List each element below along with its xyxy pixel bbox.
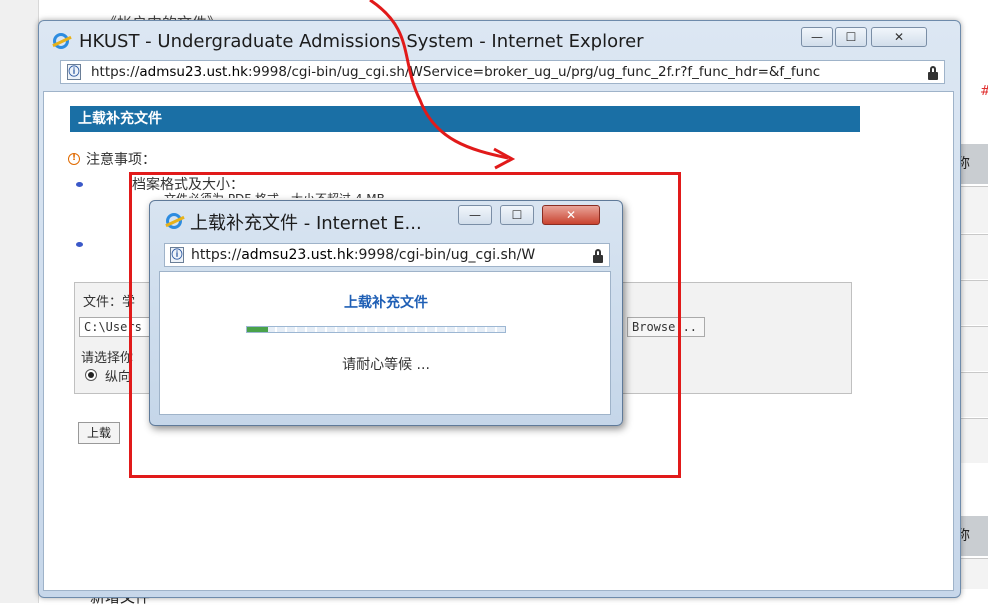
bullet-icon <box>76 182 83 187</box>
popup-address-url: https://admsu23.ust.hk:9998/cgi-bin/ug_c… <box>191 247 536 263</box>
popup-close-button[interactable]: ✕ <box>542 205 600 225</box>
minimize-button[interactable]: — <box>801 27 833 47</box>
popup-minimize-button[interactable]: — <box>458 205 492 225</box>
lock-icon <box>928 66 938 80</box>
ie-logo-icon <box>53 33 69 49</box>
progress-bar <box>246 326 506 333</box>
popup-maximize-button[interactable]: ☐ <box>500 205 534 225</box>
popup-title: 上载补充文件 - Internet E... <box>190 213 422 234</box>
upload-button[interactable]: 上载 <box>78 422 120 444</box>
orientation-radio[interactable] <box>85 369 97 381</box>
background-page-left <box>0 0 39 603</box>
close-button[interactable]: ✕ <box>871 27 927 47</box>
background-marker: # <box>980 84 988 99</box>
popup-heading: 上载补充文件 <box>344 295 428 311</box>
upload-progress-window: 上载补充文件 - Internet E... — ☐ ✕ ⓘ https://a… <box>149 200 623 426</box>
wait-message: 请耐心等候 ... <box>342 357 430 373</box>
bullet-icon <box>76 242 83 247</box>
lock-icon <box>593 249 603 263</box>
info-icon: ! <box>68 153 80 165</box>
progress-bar-fill <box>247 327 268 332</box>
ie-logo-icon <box>166 213 182 229</box>
popup-address-bar[interactable]: ⓘ https://admsu23.ust.hk:9998/cgi-bin/ug… <box>164 243 610 267</box>
page-icon: ⓘ <box>170 247 184 263</box>
notes-title: 注意事项： <box>86 152 156 168</box>
annotation-arrow <box>369 0 516 170</box>
popup-content: 上载补充文件 请耐心等候 ... <box>159 271 611 415</box>
file-label: 文件：学 <box>83 295 136 310</box>
page-icon: ⓘ <box>67 64 81 80</box>
maximize-button[interactable]: ☐ <box>835 27 867 47</box>
